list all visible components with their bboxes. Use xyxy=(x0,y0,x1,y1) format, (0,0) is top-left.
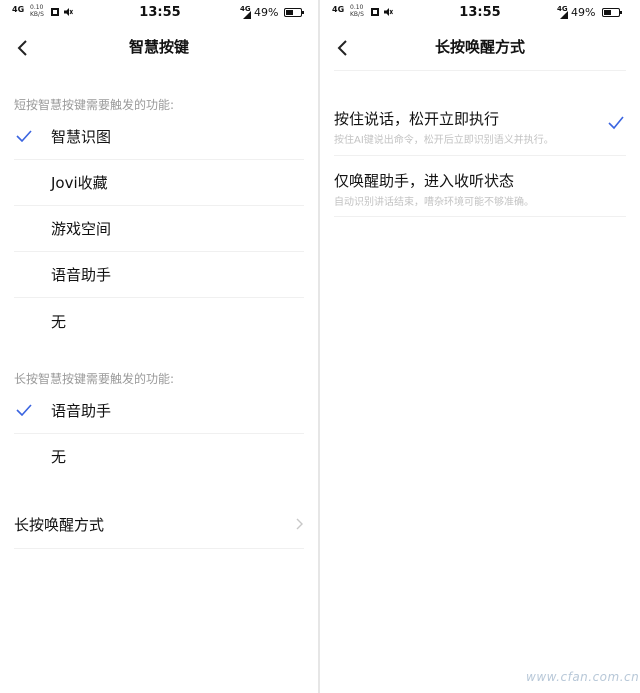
short-press-option[interactable]: 语音助手 xyxy=(0,252,318,298)
smart-key-screen: 4G 0.10 KB/S 13:55 4G 49% 智慧按键 短按智慧按键需要触发… xyxy=(0,0,318,693)
network-type-label: 4G xyxy=(332,5,345,14)
clock: 13:55 xyxy=(139,5,181,20)
page-title: 长按唤醒方式 xyxy=(434,38,525,56)
clock: 13:55 xyxy=(459,5,501,20)
network-speed: 0.10 KB/S xyxy=(30,4,44,18)
battery-percent: 49% xyxy=(571,6,596,19)
option-label: 无 xyxy=(51,448,67,466)
long-press-option[interactable]: 无 xyxy=(0,434,318,480)
battery-icon xyxy=(602,8,622,17)
option-title: 按住说话，松开立即执行 xyxy=(334,110,500,128)
check-icon xyxy=(608,116,624,130)
short-press-option[interactable]: 游戏空间 xyxy=(0,206,318,252)
mute-icon xyxy=(64,8,73,16)
nav-bar: 长按唤醒方式 xyxy=(320,28,640,68)
long-press-option[interactable]: 语音助手 xyxy=(0,388,318,434)
nav-bar: 智慧按键 xyxy=(0,28,318,68)
signal-icon xyxy=(560,11,568,19)
chevron-right-icon xyxy=(296,518,303,530)
usb-icon xyxy=(371,8,379,16)
option-title: 仅唤醒助手，进入收听状态 xyxy=(334,172,515,190)
short-press-section-label: 短按智慧按键需要触发的功能: xyxy=(14,98,175,112)
signal-icon xyxy=(243,11,251,19)
check-icon xyxy=(16,130,32,142)
wake-option-listen-mode[interactable]: 仅唤醒助手，进入收听状态 自动识别讲话结束，嘈杂环境可能不够准确。 xyxy=(320,164,640,224)
option-description: 自动识别讲话结束，嘈杂环境可能不够准确。 xyxy=(334,197,534,208)
wake-mode-row[interactable]: 长按唤醒方式 xyxy=(0,500,318,548)
network-speed: 0.10 KB/S xyxy=(350,4,364,18)
mute-icon xyxy=(384,8,393,16)
option-label: 语音助手 xyxy=(51,266,112,284)
wake-mode-screen: 4G 0.10 KB/S 13:55 4G 49% 长按唤醒方式 按住说话，松开立… xyxy=(320,0,640,693)
status-bar: 4G 0.10 KB/S 13:55 4G 49% xyxy=(320,0,640,26)
divider xyxy=(14,297,304,298)
option-label: 语音助手 xyxy=(51,402,112,420)
battery-icon xyxy=(284,8,304,17)
usb-icon xyxy=(51,8,59,16)
long-press-section-label: 长按智慧按键需要触发的功能: xyxy=(14,372,175,386)
divider xyxy=(334,216,626,217)
watermark: www.cfan.com.cn xyxy=(526,670,640,684)
divider xyxy=(334,70,626,71)
page-title: 智慧按键 xyxy=(128,38,189,56)
option-label: 智慧识图 xyxy=(51,128,112,146)
short-press-option[interactable]: Jovi收藏 xyxy=(0,160,318,206)
check-icon xyxy=(16,404,32,416)
network-type-label: 4G xyxy=(12,5,25,14)
status-bar: 4G 0.10 KB/S 13:55 4G 49% xyxy=(0,0,318,26)
option-description: 按住AI键说出命令，松开后立即识别语义并执行。 xyxy=(334,135,554,146)
wake-option-hold-to-talk[interactable]: 按住说话，松开立即执行 按住AI键说出命令，松开后立即识别语义并执行。 xyxy=(320,102,640,162)
option-label: Jovi收藏 xyxy=(51,174,108,192)
option-label: 游戏空间 xyxy=(51,220,112,238)
short-press-option[interactable]: 智慧识图 xyxy=(0,114,318,160)
short-press-option[interactable]: 无 xyxy=(0,299,318,345)
option-label: 无 xyxy=(51,313,67,331)
battery-percent: 49% xyxy=(254,6,279,19)
divider xyxy=(334,155,626,156)
wake-mode-label: 长按唤醒方式 xyxy=(14,516,105,534)
divider xyxy=(14,548,304,549)
